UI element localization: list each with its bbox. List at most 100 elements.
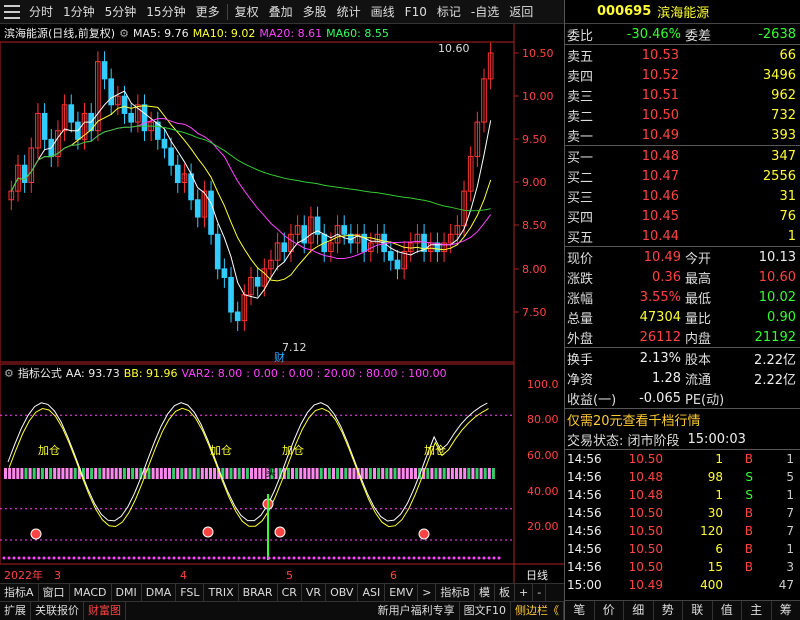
tick-row: 14:56 10.50 6 B 1: [565, 540, 800, 558]
indicator-name[interactable]: 指标公式: [18, 365, 62, 381]
indicator-tab[interactable]: VR: [302, 584, 327, 601]
signal-ball-icon: [202, 526, 214, 538]
indicator-tab[interactable]: 窗口: [39, 584, 70, 601]
quote-label: 涨幅: [567, 291, 594, 307]
level-price[interactable]: 10.48: [609, 149, 679, 164]
toolbar-divider: [226, 3, 228, 20]
indicator-settings-icon[interactable]: ⚙: [4, 367, 14, 380]
extension-tab[interactable]: 扩展: [0, 602, 31, 620]
panel-tab-button[interactable]: 细: [624, 601, 654, 620]
level-price[interactable]: 10.46: [609, 189, 679, 204]
panel-tab-button[interactable]: 联: [683, 601, 713, 620]
baseline-dot: [32, 556, 36, 560]
toolbar-item-back[interactable]: 返回: [504, 3, 538, 20]
signal-band-bar: [180, 468, 184, 479]
toolbar-item-more[interactable]: 更多: [191, 3, 225, 20]
indicator-tab[interactable]: CR: [278, 584, 302, 601]
quote-row: 涨跌 0.36 最高 10.60: [565, 267, 800, 287]
toolbar-item-biaoji[interactable]: 标记: [432, 3, 466, 20]
indicator-tab[interactable]: 指标B: [436, 584, 475, 601]
signal-band-bar: [16, 468, 20, 479]
baseline-dot: [482, 556, 486, 560]
panel-tab-button[interactable]: 筹: [772, 601, 800, 620]
baseline-dot: [97, 556, 101, 560]
signal-band-bar: [65, 468, 69, 479]
indicator-tab[interactable]: DMI: [112, 584, 142, 601]
toolbar-item-tongji[interactable]: 统计: [332, 3, 366, 20]
menu-icon[interactable]: [4, 4, 20, 19]
signal-ball-icon: [30, 528, 42, 540]
extension-tab[interactable]: 财富图: [84, 602, 126, 620]
panel-bottom-tabs: 笔价细势联值主筹: [565, 600, 800, 620]
indicator-tab[interactable]: MACD: [70, 584, 112, 601]
extension-tab[interactable]: 关联报价: [31, 602, 84, 620]
signal-band-bar: [168, 468, 171, 479]
baseline-dot: [462, 556, 466, 560]
signal-band-bar: [373, 468, 376, 479]
indicator-tab[interactable]: 板: [495, 584, 515, 601]
baseline-dot: [392, 556, 396, 560]
panel-tab-button[interactable]: 价: [595, 601, 624, 620]
quote-value: 2.13%: [639, 350, 681, 366]
toolbar-item-5min[interactable]: 5分钟: [100, 3, 142, 20]
tick-volume: 400: [700, 578, 723, 592]
toolbar-item-f10[interactable]: F10: [400, 5, 432, 19]
baseline-dot: [12, 556, 16, 560]
ask-row: 卖四 10.52 3496: [565, 65, 800, 85]
toolbar-item-zixuan[interactable]: -自选: [466, 3, 504, 20]
quote-label: 最低: [685, 291, 712, 307]
quote-label: 换手: [567, 352, 594, 368]
toolbar-item-huaxian[interactable]: 画线: [366, 3, 400, 20]
toolbar-item-15min[interactable]: 15分钟: [141, 3, 190, 20]
indicator-tab[interactable]: 指标A: [0, 584, 39, 601]
toolbar-item-duogu[interactable]: 多股: [298, 3, 332, 20]
tick-direction: B: [744, 506, 753, 520]
quote-value: 0.90: [767, 309, 796, 325]
level-price[interactable]: 10.51: [609, 88, 679, 103]
tick-time: 14:56: [567, 452, 602, 466]
indicator-tab[interactable]: EMV: [385, 584, 419, 601]
panel-tab-button[interactable]: 主: [742, 601, 772, 620]
extension-tab-right[interactable]: 新用户福利专享: [374, 602, 460, 620]
indicator-tab[interactable]: +: [515, 584, 534, 601]
baseline-dot: [302, 556, 306, 560]
add-position-label: 加仓: [282, 443, 304, 457]
indicator-tab[interactable]: OBV: [326, 584, 359, 601]
baseline-dot: [72, 556, 76, 560]
level-price[interactable]: 10.50: [609, 108, 679, 123]
level-price[interactable]: 10.52: [609, 68, 679, 83]
indicator-tab[interactable]: FSL: [176, 584, 205, 601]
baseline-dot: [7, 556, 11, 560]
indicator-tab[interactable]: -: [533, 584, 547, 601]
settings-gear-icon[interactable]: ⚙: [119, 27, 129, 40]
toolbar-item-diejia[interactable]: 叠加: [264, 3, 298, 20]
promo-banner[interactable]: 仅需20元查看千档行情: [565, 409, 800, 429]
level-price[interactable]: 10.45: [609, 209, 679, 224]
toolbar-item-fuquan[interactable]: 复权: [230, 3, 264, 20]
level-price[interactable]: 10.44: [609, 229, 679, 244]
indicator-tab[interactable]: >: [418, 584, 437, 601]
indicator-tab[interactable]: BRAR: [239, 584, 278, 601]
tick-count: 1: [786, 488, 794, 502]
level-price[interactable]: 10.47: [609, 169, 679, 184]
panel-tab-button[interactable]: 势: [654, 601, 683, 620]
indicator-tab[interactable]: ASI: [358, 584, 386, 601]
indicator-tab[interactable]: DMA: [142, 584, 177, 601]
extension-tab-right[interactable]: 侧边栏《: [511, 602, 564, 620]
indicator-levels: : 0.00 : 0.00 : 20.00 : 80.00 : 100.00: [246, 366, 447, 380]
quote-row: 收益(一) -0.065 PE(动): [565, 388, 800, 408]
tick-time: 15:00: [567, 578, 602, 592]
panel-tab-button[interactable]: 笔: [565, 601, 595, 620]
panel-tab-button[interactable]: 值: [713, 601, 742, 620]
toolbar-item-fenshi[interactable]: 分时: [24, 3, 58, 20]
level-price[interactable]: 10.53: [609, 48, 679, 63]
indicator-tab[interactable]: 模: [475, 584, 495, 601]
kline-chart[interactable]: 10.50 10.00 9.50 9.00 8.50 8.00 7.50 2022年 3 4 5 6 日…: [0, 24, 564, 583]
toolbar-item-1min[interactable]: 1分钟: [58, 3, 100, 20]
level-price[interactable]: 10.49: [609, 128, 679, 143]
signal-band-bar: [49, 468, 53, 479]
signal-band-bar: [127, 468, 130, 479]
extension-tab-right[interactable]: 图文F10: [460, 602, 511, 620]
baseline-dot: [2, 556, 6, 560]
indicator-tab[interactable]: TRIX: [204, 584, 239, 601]
